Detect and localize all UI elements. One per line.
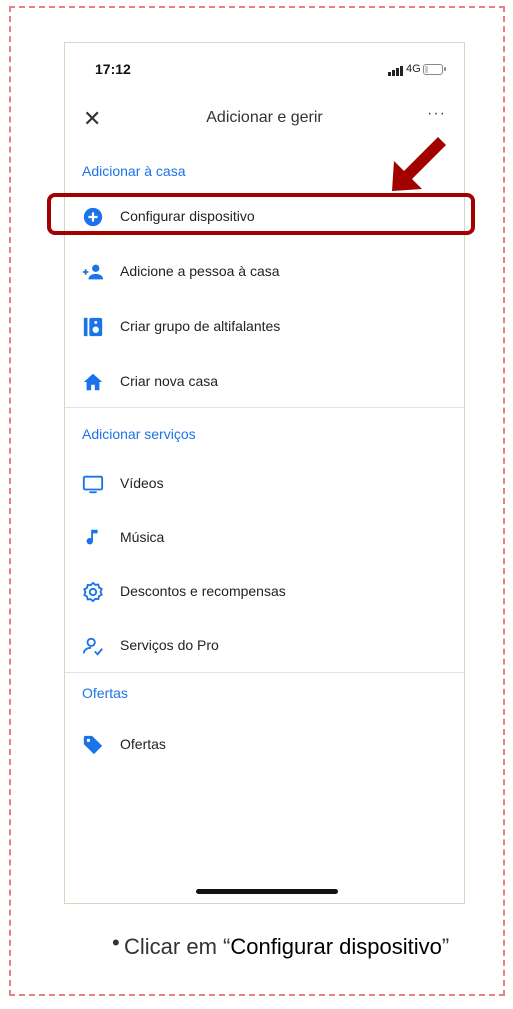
caption-prefix: Clicar em “ xyxy=(124,934,231,959)
pointer-arrow-icon xyxy=(392,137,446,191)
music-note-icon xyxy=(86,529,98,545)
section-title-add-home: Adicionar à casa xyxy=(82,163,186,179)
menu-item-offers[interactable]: Ofertas xyxy=(65,726,464,766)
menu-item-discounts[interactable]: Descontos e recompensas xyxy=(65,573,464,613)
caption-text: Clicar em “Configurar dispositivo” xyxy=(124,930,454,963)
battery-icon xyxy=(423,64,446,75)
add-person-icon xyxy=(82,264,104,280)
status-time: 17:12 xyxy=(95,61,131,77)
menu-item-new-home[interactable]: Criar nova casa xyxy=(65,363,464,403)
section-title-add-services: Adicionar serviços xyxy=(82,426,196,442)
section-title-offers: Ofertas xyxy=(82,685,128,701)
menu-item-label: Criar nova casa xyxy=(120,373,219,389)
more-options-button[interactable]: ··· xyxy=(427,105,446,123)
menu-item-label: Descontos e recompensas xyxy=(120,583,286,599)
menu-item-videos[interactable]: Vídeos xyxy=(65,465,464,505)
menu-item-music[interactable]: Música xyxy=(65,519,464,559)
menu-item-label: Criar grupo de altifalantes xyxy=(120,318,281,334)
home-icon xyxy=(83,373,103,391)
menu-item-speaker-group[interactable]: Criar grupo de altifalantes xyxy=(65,308,464,348)
caption-suffix: ” xyxy=(441,934,450,959)
page-title: Adicionar e gerir xyxy=(206,109,323,126)
status-bar: 17:12 4G xyxy=(65,43,464,93)
tv-icon xyxy=(82,475,104,494)
tag-icon xyxy=(83,735,103,755)
menu-item-label: Adicione a pessoa à casa xyxy=(120,263,280,279)
caption-bullet: • xyxy=(112,930,120,955)
menu-item-label: Serviços do Pro xyxy=(120,637,219,653)
menu-item-pro-services[interactable]: Serviços do Pro xyxy=(65,627,464,667)
pro-services-icon xyxy=(82,637,103,656)
menu-item-add-person[interactable]: Adicione a pessoa à casa xyxy=(65,253,464,293)
offer-badge-icon xyxy=(83,581,103,603)
network-label: 4G xyxy=(406,63,421,75)
menu-item-label: Vídeos xyxy=(120,475,164,491)
highlight-box xyxy=(47,193,475,235)
menu-item-label: Ofertas xyxy=(120,736,166,752)
home-indicator xyxy=(196,889,338,894)
section-divider xyxy=(65,672,464,673)
speaker-group-icon xyxy=(83,317,103,337)
caption-emphasis: Configurar dispositivo xyxy=(230,934,442,959)
section-divider xyxy=(65,407,464,408)
signal-icon xyxy=(388,66,403,76)
menu-item-label: Música xyxy=(120,529,165,545)
